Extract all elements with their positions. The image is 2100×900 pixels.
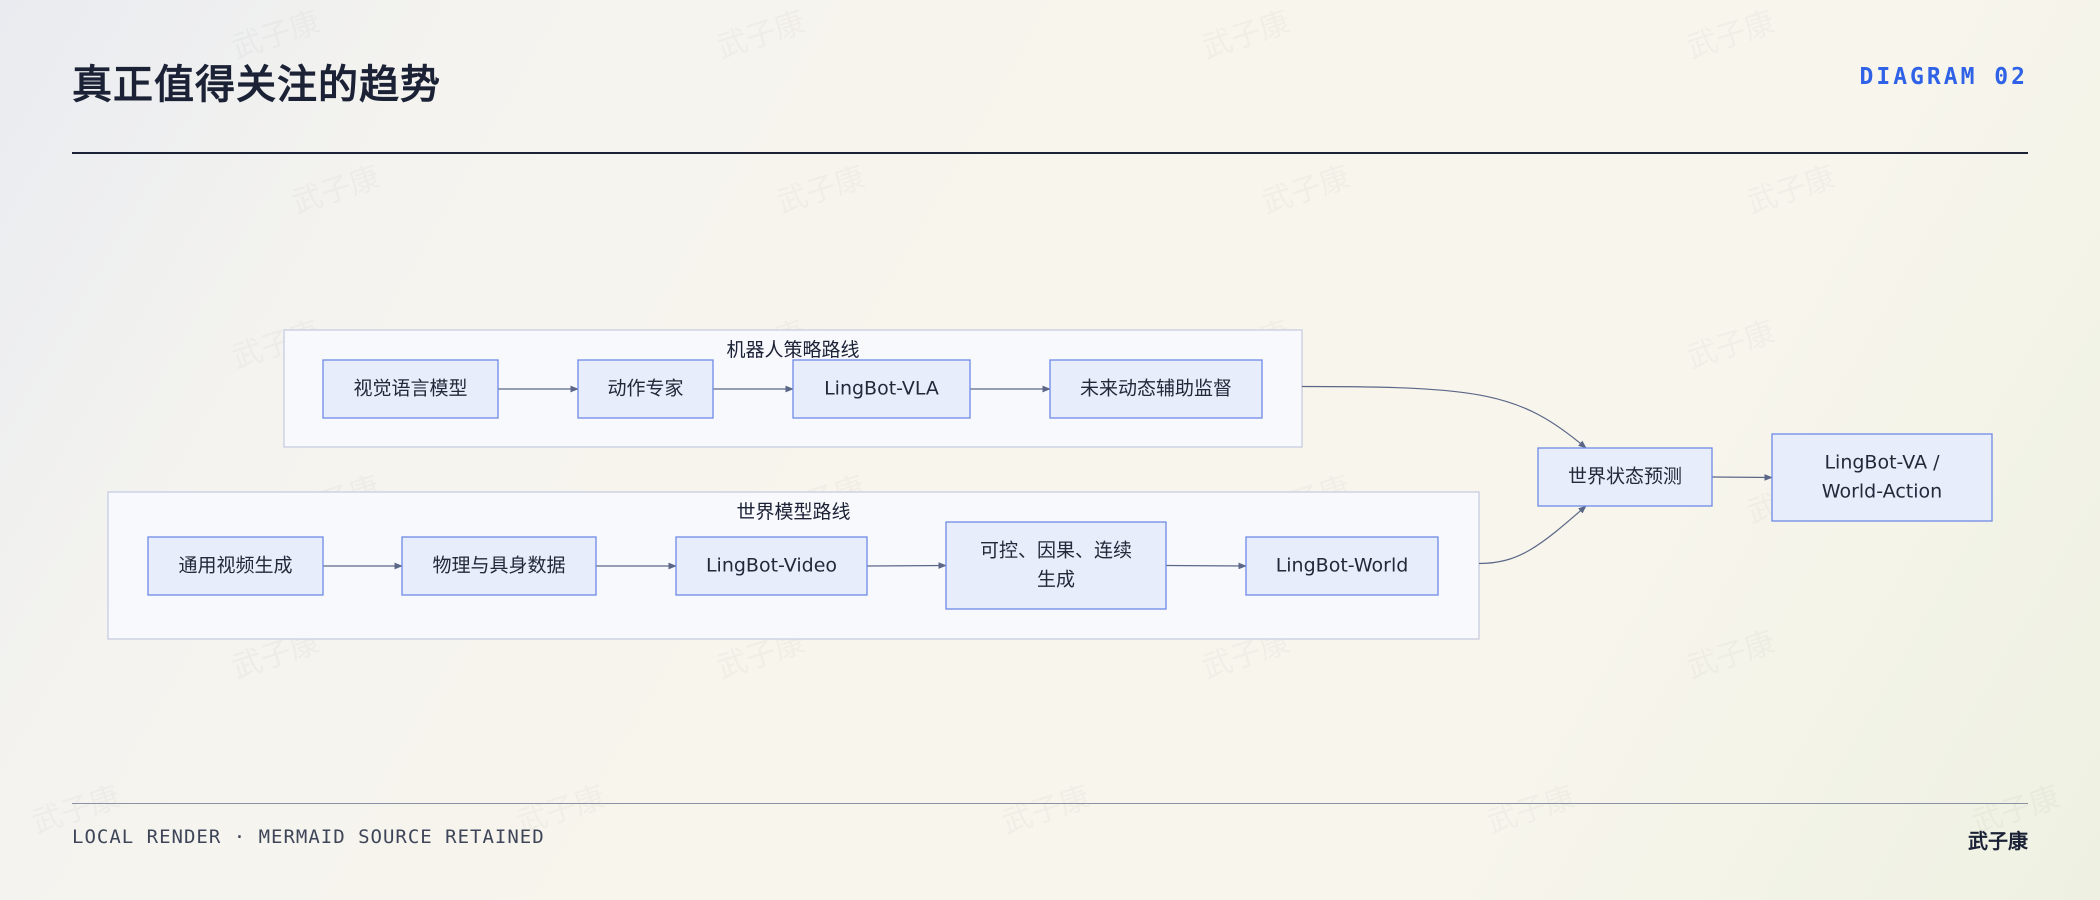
- node-action-expert: 动作专家: [577, 359, 714, 419]
- node-physics-data-label: 物理与具身数据: [432, 555, 565, 577]
- edge-robot-to-world-state: [1301, 385, 1587, 449]
- node-controllable-gen-label: 可控、因果、连续: [980, 540, 1132, 562]
- edge-lingbot-video-to-controllable-gen: [866, 562, 947, 569]
- node-lingbot-vla-label: LingBot-VLA: [824, 378, 939, 400]
- node-future-dynamics: 未来动态辅助监督: [1049, 359, 1263, 419]
- flowchart: 机器人策略路线世界模型路线 视觉语言模型 动作专家 LingBot-VLA 未来动态辅…: [107, 329, 1993, 640]
- edge-controllable-gen-to-lingbot-world: [1165, 562, 1247, 570]
- node-controllable-gen-box: [945, 521, 1167, 610]
- node-lingbot-va-label: LingBot-VA /: [1824, 452, 1940, 474]
- edge-world-state-to-lingbot-va: [1711, 474, 1773, 481]
- node-lingbot-video: LingBot-Video: [675, 536, 868, 596]
- node-future-dynamics-label: 未来动态辅助监督: [1080, 378, 1232, 400]
- node-physics-data: 物理与具身数据: [401, 536, 597, 596]
- edge-world-to-world-state: [1478, 505, 1587, 565]
- node-controllable-gen: 可控、因果、连续生成: [945, 521, 1167, 610]
- node-lingbot-world-label: LingBot-World: [1276, 555, 1409, 577]
- node-video-gen-label: 通用视频生成: [178, 555, 292, 577]
- node-vlm-label: 视觉语言模型: [353, 378, 467, 400]
- node-lingbot-video-label: LingBot-Video: [706, 555, 837, 577]
- node-vlm: 视觉语言模型: [322, 359, 499, 419]
- node-controllable-gen-label: 生成: [1037, 569, 1075, 591]
- node-lingbot-va-label: World-Action: [1822, 481, 1942, 503]
- node-lingbot-va: LingBot-VA / World-Action: [1771, 433, 1993, 522]
- node-lingbot-va-box: [1771, 433, 1993, 522]
- node-action-expert-label: 动作专家: [607, 378, 683, 400]
- node-world-state: 世界状态预测: [1537, 447, 1713, 507]
- cluster-world-label: 世界模型路线: [736, 501, 850, 523]
- node-lingbot-world: LingBot-World: [1245, 536, 1439, 596]
- node-lingbot-vla: LingBot-VLA: [792, 359, 971, 419]
- footer-note: LOCAL RENDER · MERMAID SOURCE RETAINED: [72, 826, 545, 848]
- node-video-gen: 通用视频生成: [147, 536, 324, 596]
- cluster-robot-label: 机器人策略路线: [726, 339, 859, 361]
- footer-divider: [72, 803, 2028, 804]
- node-world-state-label: 世界状态预测: [1568, 466, 1682, 488]
- footer-author: 武子康: [1968, 829, 2028, 853]
